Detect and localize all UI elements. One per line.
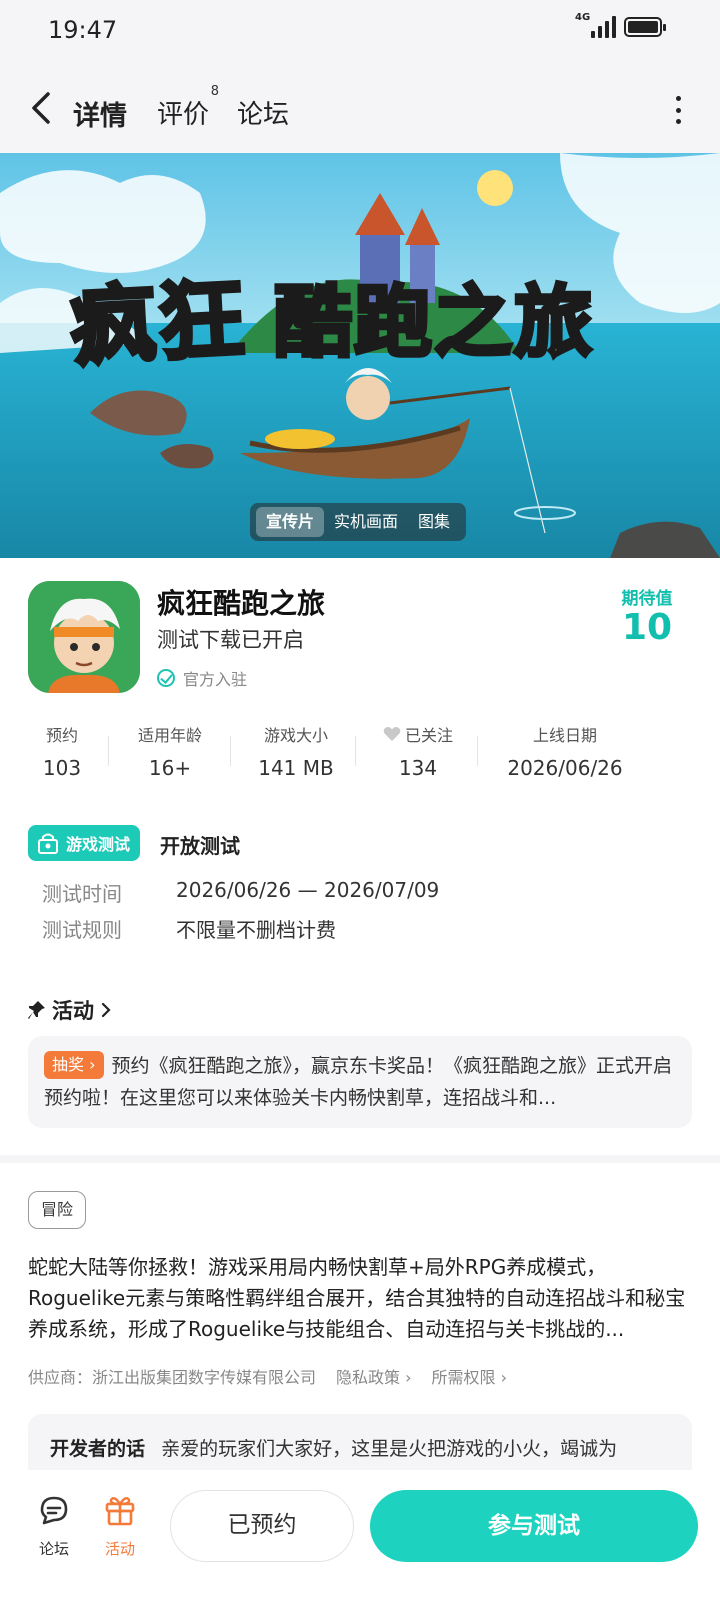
status-bar: 19:47 4G — [0, 0, 720, 60]
expectation-label: 期待值 — [621, 589, 673, 609]
forum-label: 论坛 — [38, 1540, 69, 1558]
developer-note-text: 亲爱的玩家们大家好，这里是火把游戏的小火，竭诚为 — [161, 1438, 618, 1460]
test-rule-value: 不限量不删档计费 — [176, 918, 336, 942]
test-time-value: 2026/06/26 — 2026/07/09 — [176, 878, 440, 902]
back-arrow-icon[interactable] — [28, 90, 58, 126]
stat-label: 适用年龄 — [137, 726, 202, 745]
expectation-score: 期待值 10 — [602, 584, 692, 647]
activity-label: 活动 — [104, 1540, 135, 1558]
stat-label: 预约 — [45, 726, 78, 745]
meta-row: 供应商：浙江出版集团数字传媒有限公司 隐私政策 所需权限 — [28, 1364, 507, 1388]
forum-button[interactable]: 论坛 — [24, 1492, 84, 1559]
expectation-value: 10 — [621, 607, 673, 648]
permissions-link[interactable]: 所需权限 — [432, 1364, 508, 1388]
stat-label: 上线日期 — [532, 726, 597, 745]
app-subtitle: 测试下载已开启 — [157, 628, 304, 652]
test-icon — [38, 833, 58, 854]
signal-icon: 4G — [575, 12, 616, 38]
game-test-badge: 游戏测试 — [28, 825, 141, 861]
section-divider — [0, 1155, 720, 1163]
check-circle-icon — [157, 669, 175, 687]
official-label: 官方入驻 — [183, 670, 248, 689]
tab-reviews-label: 评价 — [157, 100, 210, 130]
stat-value: 103 — [42, 756, 82, 780]
activity-text: 预约《疯狂酷跑之旅》，赢京东卡奖品！《疯狂酷跑之旅》正式开启预约啦！在这里您可以… — [44, 1055, 673, 1109]
activity-button[interactable]: 活动 — [90, 1492, 150, 1559]
stat-value: 16+ — [148, 756, 192, 780]
status-icons: 4G — [575, 12, 666, 38]
media-tab-trailer[interactable]: 宣传片 — [256, 507, 325, 537]
gift-icon — [105, 1497, 135, 1526]
test-rule-row: 测试规则 不限量不删档计费 — [42, 914, 336, 943]
stat-age: 适用年龄 16+ — [125, 722, 215, 780]
activity-title: 活动 — [52, 999, 94, 1023]
banner-title: 疯狂 酷跑之旅 — [66, 253, 595, 380]
banner-title-white: 酷跑之旅 — [272, 276, 595, 370]
app-name: 疯狂酷跑之旅 — [157, 587, 326, 620]
reserved-button[interactable]: 已预约 — [170, 1490, 354, 1562]
pin-icon — [28, 1001, 45, 1019]
tab-details[interactable]: 详情 — [69, 94, 129, 133]
chevron-right-icon — [101, 1002, 111, 1018]
forum-chat-icon — [40, 1496, 68, 1525]
activity-header[interactable]: 活动 — [28, 995, 112, 1025]
tab-details-label: 详情 — [73, 101, 127, 132]
game-description[interactable]: 蛇蛇大陆等你拯救！游戏采用局内畅快割草+局外RPG养成模式，Roguelike元… — [28, 1252, 694, 1345]
stat-label: 已关注 — [368, 722, 468, 746]
test-time-row: 测试时间 2026/06/26 — 2026/07/09 — [42, 878, 439, 907]
media-tab-gallery[interactable]: 图集 — [408, 507, 460, 537]
banner-title-yellow: 疯狂 — [66, 267, 251, 380]
test-type: 开放测试 — [160, 834, 240, 858]
tab-forum[interactable]: 论坛 — [237, 94, 289, 131]
stat-value: 2026/06/26 — [507, 756, 623, 780]
stat-label: 游戏大小 — [263, 726, 328, 745]
lottery-badge: 抽奖 › — [44, 1051, 104, 1079]
genre-tag[interactable]: 冒险 — [28, 1191, 87, 1229]
network-type: 4G — [575, 12, 591, 23]
stat-followers: 已关注 134 — [368, 722, 468, 780]
privacy-policy-link[interactable]: 隐私政策 — [336, 1364, 412, 1388]
heart-icon — [383, 727, 401, 741]
battery-icon — [624, 17, 666, 37]
game-test-label: 游戏测试 — [66, 835, 131, 854]
lottery-badge-label: 抽奖 — [52, 1055, 85, 1074]
media-tabs: 宣传片 实机画面 图集 — [250, 503, 467, 541]
tab-forum-label: 论坛 — [237, 100, 290, 130]
bottom-action-bar: 论坛 活动 已预约 参与测试 — [0, 1470, 720, 1600]
stat-reservations: 预约 103 — [30, 722, 94, 780]
more-options-icon[interactable] — [674, 96, 682, 124]
stat-label-text: 已关注 — [404, 726, 453, 745]
developer-note-label: 开发者的话 — [50, 1438, 146, 1460]
app-icon — [28, 581, 140, 693]
official-badge: 官方入驻 — [157, 666, 247, 690]
supplier-text: 供应商：浙江出版集团数字传媒有限公司 — [28, 1368, 317, 1387]
review-count-badge: 8 — [210, 84, 220, 99]
activity-card[interactable]: 抽奖 › 预约《疯狂酷跑之旅》，赢京东卡奖品！《疯狂酷跑之旅》正式开启预约啦！在这… — [28, 1036, 692, 1128]
top-nav: 详情 评价 8 论坛 — [0, 60, 720, 153]
tab-reviews[interactable]: 评价 8 — [157, 84, 219, 131]
promo-banner[interactable]: 疯狂 酷跑之旅 宣传片 实机画面 图集 — [0, 153, 720, 558]
stat-size: 游戏大小 141 MB — [246, 722, 346, 780]
media-tab-gameplay[interactable]: 实机画面 — [324, 507, 408, 537]
stats-row: 预约 103 适用年龄 16+ 游戏大小 141 MB 已关注 134 上线日期… — [0, 722, 720, 784]
test-time-label: 测试时间 — [42, 882, 122, 906]
activity-text-wrap: 抽奖 › 预约《疯狂酷跑之旅》，赢京东卡奖品！《疯狂酷跑之旅》正式开启预约啦！在这… — [44, 1050, 676, 1114]
join-test-button[interactable]: 参与测试 — [370, 1490, 698, 1562]
stat-release-date: 上线日期 2026/06/26 — [495, 722, 635, 780]
stat-value: 134 — [398, 756, 438, 780]
test-rule-label: 测试规则 — [42, 918, 122, 942]
status-time: 19:47 — [48, 16, 118, 44]
stat-value: 141 MB — [258, 756, 334, 780]
